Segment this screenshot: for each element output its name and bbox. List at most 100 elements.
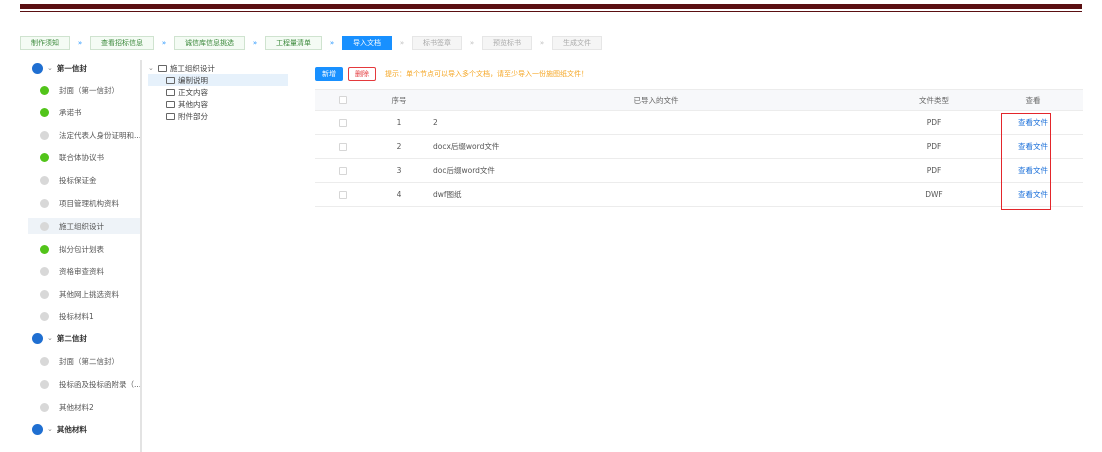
status-pending-icon	[40, 379, 49, 389]
row-file-type: DWF	[925, 190, 943, 199]
header-file: 已导入的文件	[633, 95, 679, 105]
row-checkbox[interactable]	[339, 190, 347, 199]
step-arrow-icon: »	[399, 39, 405, 47]
header-bar	[0, 0, 1102, 14]
row-checkbox[interactable]	[339, 142, 347, 151]
row-file-name: docx后缀word文件	[433, 142, 500, 151]
status-pending-icon	[40, 130, 49, 140]
tree-node-compile-notes[interactable]: 编制说明	[148, 74, 288, 86]
step-tender-info[interactable]: 查看招标信息	[90, 36, 154, 50]
status-pending-icon	[40, 311, 49, 321]
table-row: 2 docx后缀word文件 PDF 查看文件	[315, 135, 1083, 159]
outline-tree: ⌄ 施工组织设计 编制说明 正文内容 其他内容 附件部分	[148, 62, 288, 122]
step-signature[interactable]: 标书签章	[412, 36, 462, 50]
row-no: 4	[396, 190, 402, 199]
status-done-icon	[40, 107, 49, 117]
step-arrow-icon: »	[77, 39, 83, 47]
status-done-icon	[40, 85, 49, 95]
row-no: 1	[396, 118, 402, 127]
imported-files-table: 序号 已导入的文件 文件类型 查看 1 2 PDF 查看文件 2 docx后缀w…	[315, 89, 1083, 207]
tree-root[interactable]: ⌄ 施工组织设计	[148, 62, 288, 74]
row-file-name: 2	[433, 118, 438, 127]
step-generate[interactable]: 生成文件	[552, 36, 602, 50]
step-notice[interactable]: 制作须知	[20, 36, 70, 50]
step-arrow-icon: »	[252, 39, 258, 47]
step-arrow-icon: »	[539, 39, 545, 47]
sidebar-item-material-2[interactable]: 其他材料2	[28, 399, 140, 415]
delete-button[interactable]: 删除	[348, 67, 376, 81]
sidebar-group-other[interactable]: ⌄ 其他材料	[28, 421, 140, 437]
caret-down-icon: ⌄	[47, 64, 53, 72]
select-all-checkbox[interactable]	[339, 96, 347, 104]
sidebar-item-material-1[interactable]: 投标材料1	[28, 308, 140, 324]
status-pending-icon	[40, 402, 49, 412]
status-pending-icon	[40, 266, 49, 276]
sidebar-item-consortium[interactable]: 联合体协议书	[28, 149, 140, 165]
folder-icon	[166, 100, 175, 108]
sidebar-item-construction-design[interactable]: 施工组织设计	[28, 218, 140, 234]
header-rule-thick	[20, 4, 1082, 9]
sidebar-item-other-online[interactable]: 其他网上挑选资料	[28, 286, 140, 302]
row-checkbox[interactable]	[339, 166, 347, 175]
status-pending-icon	[40, 289, 49, 299]
sidebar-item-cover-1[interactable]: 封面（第一信封）	[28, 82, 140, 98]
status-done-icon	[40, 244, 49, 254]
sidebar-item-bid-letter[interactable]: 投标函及投标函附录（...	[28, 376, 140, 392]
row-file-name: dwf图纸	[433, 190, 462, 199]
folder-icon	[166, 112, 175, 120]
hint-text: 提示：单个节点可以导入多个文档，请至少导入一份施图纸文件！	[385, 70, 588, 78]
step-arrow-icon: »	[161, 39, 167, 47]
tree-node-other-content[interactable]: 其他内容	[148, 98, 288, 110]
status-pending-icon	[40, 198, 49, 208]
sidebar-item-cover-2[interactable]: 封面（第二信封）	[28, 353, 140, 369]
row-file-name: doc后缀word文件	[433, 166, 495, 175]
select-all-cell	[315, 96, 371, 104]
group-bullet-icon	[32, 423, 43, 435]
folder-icon	[166, 88, 175, 96]
folder-icon	[157, 64, 167, 72]
folder-icon	[166, 76, 175, 84]
row-select-cell	[315, 166, 371, 175]
step-preview[interactable]: 预览标书	[482, 36, 532, 50]
group-bullet-icon	[32, 62, 43, 74]
status-pending-icon	[40, 175, 49, 185]
status-pending-icon	[40, 221, 49, 231]
step-credit-select[interactable]: 诚信库信息挑选	[174, 36, 245, 50]
highlight-box	[1001, 113, 1051, 210]
row-checkbox[interactable]	[339, 118, 347, 127]
sidebar-item-project-mgmt[interactable]: 项目管理机构资料	[28, 195, 140, 211]
table-row: 4 dwf图纸 DWF 查看文件	[315, 183, 1083, 207]
step-navigation: 制作须知 » 查看招标信息 » 诚信库信息挑选 » 工程量清单 » 导入文档 »…	[20, 36, 602, 50]
status-done-icon	[40, 152, 49, 162]
table-row: 1 2 PDF 查看文件	[315, 111, 1083, 135]
caret-down-icon: ⌄	[47, 425, 53, 433]
sidebar-item-bid-bond[interactable]: 投标保证金	[28, 172, 140, 188]
caret-down-icon: ⌄	[148, 64, 154, 72]
sidebar-item-subcontract[interactable]: 拟分包计划表	[28, 241, 140, 257]
row-file-type: PDF	[926, 166, 942, 175]
step-bill-of-quantities[interactable]: 工程量清单	[265, 36, 322, 50]
sidebar-item-legal-rep[interactable]: 法定代表人身份证明和...	[28, 127, 140, 143]
table-header: 序号 已导入的文件 文件类型 查看	[315, 89, 1083, 111]
row-select-cell	[315, 118, 371, 127]
add-button[interactable]: 新增	[315, 67, 343, 81]
sidebar-item-commitment[interactable]: 承诺书	[28, 104, 140, 120]
status-pending-icon	[40, 356, 49, 366]
sidebar-group-envelope-2[interactable]: ⌄ 第二信封	[28, 330, 140, 346]
section-sidebar: ⌄ 第一信封 封面（第一信封） 承诺书 法定代表人身份证明和... 联合体协议书…	[28, 60, 142, 452]
header-view: 查看	[1025, 95, 1041, 105]
tree-node-attachments[interactable]: 附件部分	[148, 110, 288, 122]
row-no: 3	[396, 166, 402, 175]
table-row: 3 doc后缀word文件 PDF 查看文件	[315, 159, 1083, 183]
tree-node-main-content[interactable]: 正文内容	[148, 86, 288, 98]
row-file-type: PDF	[926, 142, 942, 151]
file-toolbar: 新增 删除 提示：单个节点可以导入多个文档，请至少导入一份施图纸文件！	[315, 66, 588, 82]
sidebar-item-qualification[interactable]: 资格审查资料	[28, 263, 140, 279]
header-no: 序号	[391, 95, 407, 105]
step-import-docs[interactable]: 导入文档	[342, 36, 392, 50]
sidebar-group-envelope-1[interactable]: ⌄ 第一信封	[28, 60, 140, 76]
row-select-cell	[315, 190, 371, 199]
step-arrow-icon: »	[329, 39, 335, 47]
header-type: 文件类型	[919, 95, 949, 105]
step-arrow-icon: »	[469, 39, 475, 47]
